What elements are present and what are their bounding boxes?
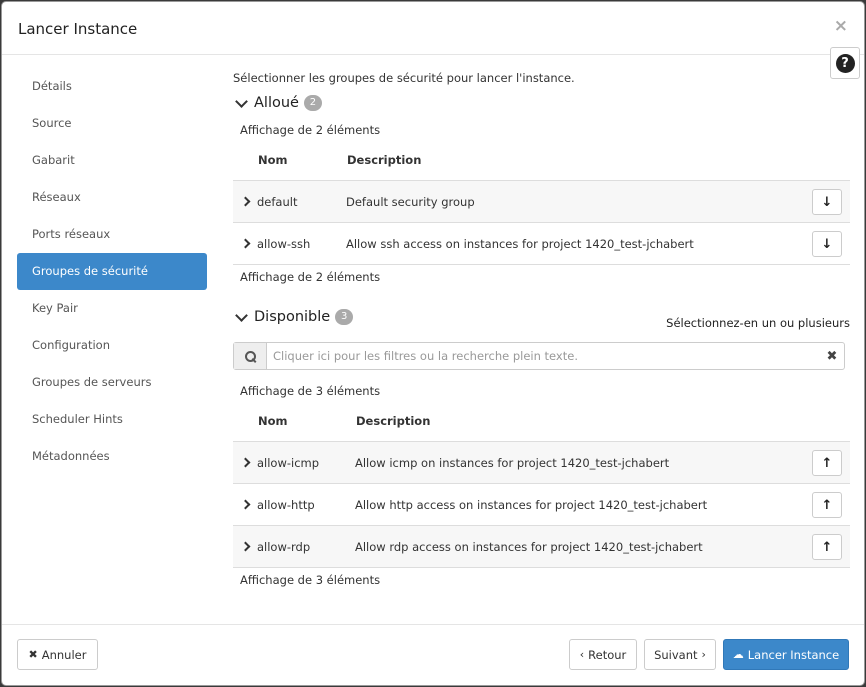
chevron-down-icon <box>235 94 248 108</box>
table-row: allow-icmp Allow icmp on instances for p… <box>233 442 850 484</box>
close-icon[interactable]: × <box>834 16 848 36</box>
chevron-down-icon <box>235 308 248 322</box>
allocated-title: Alloué <box>254 95 299 111</box>
row-description: Allow http access on instances for proje… <box>355 497 708 512</box>
allocate-button[interactable]: ↑ <box>812 450 842 476</box>
sidebar-item-metadata[interactable]: Métadonnées <box>17 438 207 475</box>
allocated-count-badge: 2 <box>303 95 322 111</box>
available-count-badge: 3 <box>335 309 354 325</box>
chevron-right-icon <box>240 457 250 468</box>
allocated-table-header: Nom Description <box>233 139 850 181</box>
column-header-description[interactable]: Description <box>356 414 430 428</box>
allocated-count-text-top: Affichage de 2 éléments <box>240 123 381 137</box>
allocated-count-text-bottom: Affichage de 2 éléments <box>240 270 381 284</box>
row-name: allow-ssh <box>257 236 311 251</box>
search-input[interactable] <box>267 343 820 369</box>
sidebar-item-details[interactable]: Détails <box>17 68 207 105</box>
modal-title: Lancer Instance <box>18 20 138 38</box>
modal-header: Lancer Instance × <box>2 2 864 55</box>
sidebar-item-security-groups[interactable]: Groupes de sécurité <box>17 253 207 290</box>
arrow-up-icon: ↑ <box>821 539 833 555</box>
select-hint: Sélectionnez-en un ou plusieurs <box>666 316 850 330</box>
expand-row-toggle[interactable] <box>233 541 257 552</box>
sidebar-item-scheduler-hints[interactable]: Scheduler Hints <box>17 401 207 438</box>
available-title: Disponible <box>254 309 331 325</box>
row-description: Allow ssh access on instances for projec… <box>346 236 694 251</box>
launch-instance-modal: Lancer Instance × ? Détails Source Gabar… <box>1 1 865 686</box>
cancel-button[interactable]: ✖ Annuler <box>17 639 98 670</box>
cancel-label: Annuler <box>41 647 87 662</box>
sidebar-item-server-groups[interactable]: Groupes de serveurs <box>17 364 207 401</box>
available-table: Nom Description allow-icmp Allow icmp on… <box>233 400 850 568</box>
expand-row-toggle[interactable] <box>233 499 257 510</box>
chevron-right-icon: › <box>701 648 706 661</box>
search-icon <box>244 350 256 362</box>
sidebar-item-network-ports[interactable]: Ports réseaux <box>17 216 207 253</box>
arrow-up-icon: ↑ <box>821 497 833 513</box>
help-button[interactable]: ? <box>830 47 860 79</box>
row-description: Default security group <box>346 194 475 209</box>
sidebar-item-key-pair[interactable]: Key Pair <box>17 290 207 327</box>
chevron-left-icon: ‹ <box>579 648 585 661</box>
sidebar-item-configuration[interactable]: Configuration <box>17 327 207 364</box>
next-label: Suivant <box>654 647 698 662</box>
column-header-description[interactable]: Description <box>347 153 421 167</box>
available-table-header: Nom Description <box>233 400 850 442</box>
sidebar-item-source[interactable]: Source <box>17 105 207 142</box>
clear-search-icon[interactable]: ✖ <box>820 343 844 369</box>
wizard-sidebar: Détails Source Gabarit Réseaux Ports rés… <box>17 68 207 475</box>
next-button[interactable]: Suivant › <box>644 639 716 670</box>
table-row: default Default security group ↓ <box>233 181 850 223</box>
arrow-up-icon: ↑ <box>821 455 833 471</box>
allocated-section-toggle[interactable]: Alloué 2 <box>233 94 322 111</box>
table-row: allow-rdp Allow rdp access on instances … <box>233 526 850 568</box>
chevron-right-icon <box>240 499 250 510</box>
search-bar: ✖ <box>233 342 845 370</box>
table-row: allow-http Allow http access on instance… <box>233 484 850 526</box>
allocate-button[interactable]: ↑ <box>812 492 842 518</box>
expand-row-toggle[interactable] <box>233 457 257 468</box>
back-button[interactable]: ‹ Retour <box>569 639 637 670</box>
close-icon: ✖ <box>28 648 38 661</box>
help-icon: ? <box>835 53 855 73</box>
row-name: allow-icmp <box>257 455 320 470</box>
launch-instance-button[interactable]: ☁ Lancer Instance <box>723 639 849 670</box>
row-name: allow-rdp <box>257 539 311 554</box>
row-description: Allow rdp access on instances for projec… <box>355 539 703 554</box>
arrow-down-icon: ↓ <box>821 236 833 252</box>
cloud-upload-icon: ☁ <box>732 648 744 661</box>
allocate-button[interactable]: ↑ <box>812 534 842 560</box>
chevron-right-icon <box>240 238 250 249</box>
deallocate-button[interactable]: ↓ <box>812 231 842 257</box>
chevron-right-icon <box>240 196 250 207</box>
expand-row-toggle[interactable] <box>233 238 257 249</box>
available-section-toggle[interactable]: Disponible 3 <box>233 308 354 325</box>
table-row: allow-ssh Allow ssh access on instances … <box>233 223 850 265</box>
column-header-name[interactable]: Nom <box>258 153 347 167</box>
allocated-table: Nom Description default Default security… <box>233 139 850 265</box>
sidebar-item-networks[interactable]: Réseaux <box>17 179 207 216</box>
column-header-name[interactable]: Nom <box>258 414 356 428</box>
modal-footer: ✖ Annuler ‹ Retour Suivant › ☁ Lancer In… <box>2 624 864 685</box>
available-count-text-bottom: Affichage de 3 éléments <box>240 573 381 587</box>
expand-row-toggle[interactable] <box>233 196 257 207</box>
intro-text: Sélectionner les groupes de sécurité pou… <box>233 71 575 85</box>
back-label: Retour <box>588 647 627 662</box>
arrow-down-icon: ↓ <box>821 194 833 210</box>
sidebar-item-flavor[interactable]: Gabarit <box>17 142 207 179</box>
available-count-text-top: Affichage de 3 éléments <box>240 384 381 398</box>
chevron-right-icon <box>240 541 250 552</box>
row-description: Allow icmp on instances for project 1420… <box>355 455 670 470</box>
deallocate-button[interactable]: ↓ <box>812 189 842 215</box>
search-addon <box>234 343 267 369</box>
row-name: default <box>257 194 298 209</box>
launch-label: Lancer Instance <box>747 647 840 662</box>
row-name: allow-http <box>257 497 315 512</box>
